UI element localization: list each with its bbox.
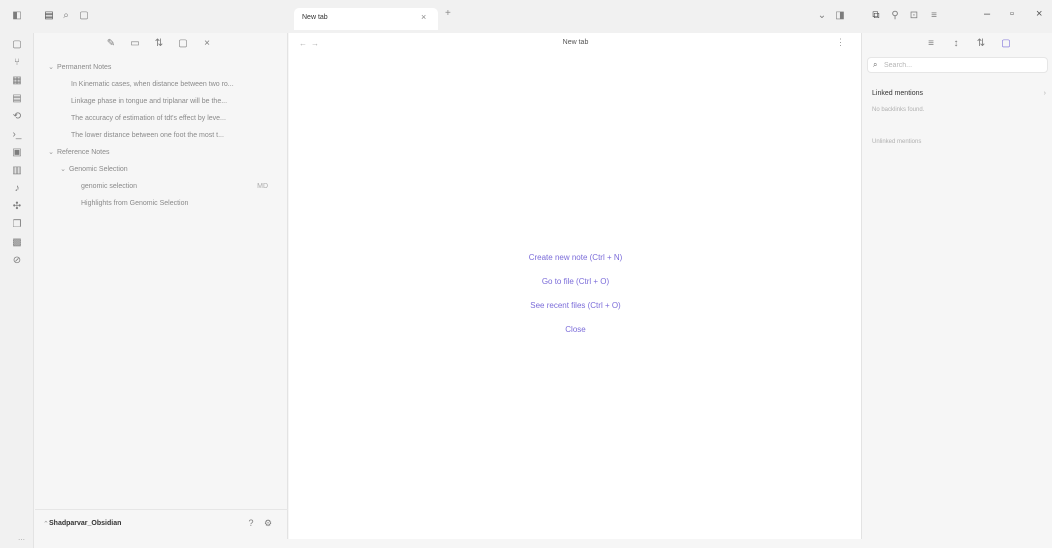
maximize-button[interactable]: ▫ [1010, 8, 1014, 20]
tree-folder-label: Genomic Selection [68, 166, 128, 173]
tree-file-label: The accuracy of estimation of tdt's effe… [71, 115, 226, 122]
tree-file[interactable]: The accuracy of estimation of tdt's effe… [35, 110, 288, 127]
linked-mentions-header[interactable]: Linked mentions [872, 90, 923, 97]
file-tree: ⌄ Permanent Notes In Kinematic cases, wh… [35, 59, 288, 212]
search-filter-icon[interactable]: ▢ [1000, 38, 1012, 50]
tree-folder-label: Permanent Notes [56, 64, 112, 71]
close-sidebar-icon[interactable]: × [201, 38, 213, 50]
backlinks-search-input[interactable] [884, 60, 1034, 70]
outline-icon[interactable]: ≡ [928, 10, 940, 22]
chevron-down-icon: ⌄ [60, 166, 66, 173]
right-sidebar: ≡ ↕ ⇅ ▢ ⌕ Linked mentions › No backlinks… [863, 33, 1052, 539]
random-note-icon[interactable]: ⟲ [11, 111, 23, 123]
title-bar: ◧ ▤ ⌕ ▢ New tab × + ⌄ ◨ ⧉ ⚲ ⊡ ≡ – ▫ × [0, 0, 1052, 33]
view-header-title: New tab [562, 39, 589, 46]
tree-file-label: genomic selection [81, 183, 138, 190]
search-icon: ⌕ [873, 60, 878, 69]
help-icon[interactable]: ⊘ [11, 255, 23, 267]
backlinks-icon[interactable]: ⧉ [870, 10, 882, 22]
minimize-button[interactable]: – [984, 8, 990, 20]
publish-icon[interactable]: ▩ [11, 237, 23, 249]
file-explorer: ✎ ▭ ⇅ ▢ × ⌄ Permanent Notes In Kinematic… [35, 33, 288, 539]
bookmark-icon[interactable]: ▢ [78, 10, 90, 22]
copy-icon[interactable]: ❐ [11, 219, 23, 231]
close-link[interactable]: Close [289, 318, 862, 342]
new-note-icon[interactable]: ✎ [105, 38, 117, 50]
new-tab-button[interactable]: + [445, 8, 451, 19]
graph-view-icon[interactable]: ⑂ [11, 57, 23, 69]
settings-icon[interactable]: ⚙ [262, 518, 274, 530]
tree-file-label: The lower distance between one foot the … [71, 132, 224, 139]
help-icon[interactable]: ? [245, 518, 257, 530]
left-ribbon: ▢ ⑂ ▦ ▤ ⟲ ›_ ▣ ▥ ♪ ✣ ❐ ▩ ⊘ [0, 33, 34, 548]
sort-icon[interactable]: ⇅ [153, 38, 165, 50]
collapse-all-icon[interactable]: ▢ [177, 38, 189, 50]
files-icon[interactable]: ▤ [43, 10, 55, 22]
vault-footer: ⌃ Shadparvar_Obsidian ? ⚙ [35, 509, 288, 539]
tree-folder[interactable]: ⌄ Permanent Notes [35, 59, 288, 76]
graph-icon[interactable]: ⚲ [889, 10, 901, 22]
tree-folder[interactable]: ⌄ Genomic Selection [35, 161, 288, 178]
backlinks-search: ⌕ [867, 57, 1048, 73]
more-options-icon[interactable]: ⋮ [836, 37, 845, 48]
files-ribbon-icon[interactable]: ▢ [11, 39, 23, 51]
chevron-down-icon: ⌄ [48, 149, 54, 156]
editor-pane: ←→ New tab ⋮ Create new note (Ctrl + N) … [289, 33, 862, 539]
sort-icon[interactable]: ⇅ [975, 38, 987, 50]
backlinks-toolbar: ≡ ↕ ⇅ ▢ [925, 38, 1012, 50]
file-explorer-toolbar: ✎ ▭ ⇅ ▢ × [105, 38, 213, 50]
audio-recorder-icon[interactable]: ♪ [11, 183, 23, 195]
search-icon[interactable]: ⌕ [60, 10, 72, 22]
canvas-icon[interactable]: ▦ [11, 75, 23, 87]
tree-file-label: Highlights from Genomic Selection [81, 200, 189, 207]
file-type-badge: MD [257, 183, 268, 190]
close-window-button[interactable]: × [1036, 8, 1042, 20]
vault-switcher[interactable]: Shadparvar_Obsidian [49, 520, 121, 527]
chevron-icon[interactable]: › [1044, 90, 1046, 97]
empty-state-actions: Create new note (Ctrl + N) Go to file (C… [289, 246, 862, 342]
tree-file[interactable]: In Kinematic cases, when distance betwee… [35, 76, 288, 93]
show-more-context-icon[interactable]: ↕ [950, 38, 962, 50]
tree-file[interactable]: The lower distance between one foot the … [35, 127, 288, 144]
chevron-down-icon: ⌄ [48, 64, 54, 71]
sidebar-toggle-icon[interactable]: ◧ [11, 10, 23, 22]
tree-file[interactable]: genomic selection MD [35, 178, 288, 195]
plugin-icon[interactable]: ✣ [11, 201, 23, 213]
tab-new-tab[interactable]: New tab × [294, 8, 438, 30]
tree-file[interactable]: Highlights from Genomic Selection [35, 195, 288, 212]
tree-file-label: Linkage phase in tongue and triplanar wi… [71, 98, 228, 105]
status-indicator-icon: ⋯ [18, 537, 25, 544]
tab-close-icon[interactable]: × [421, 12, 426, 22]
go-to-file-link[interactable]: Go to file (Ctrl + O) [289, 270, 862, 294]
collapse-results-icon[interactable]: ≡ [925, 38, 937, 50]
tree-file-label: In Kinematic cases, when distance betwee… [71, 81, 234, 88]
tree-folder[interactable]: ⌄ Reference Notes [35, 144, 288, 161]
terminal-icon[interactable]: ›_ [11, 129, 23, 141]
tree-folder-label: Reference Notes [56, 149, 110, 156]
recent-files-link[interactable]: See recent files (Ctrl + O) [289, 294, 862, 318]
chevron-up-icon[interactable]: ⌃ [43, 520, 49, 528]
new-folder-icon[interactable]: ▭ [129, 38, 141, 50]
tag-icon[interactable]: ⊡ [908, 10, 920, 22]
no-backlinks-text: No backlinks found. [872, 107, 925, 113]
tree-file[interactable]: Linkage phase in tongue and triplanar wi… [35, 93, 288, 110]
tab-title: New tab [302, 14, 328, 21]
calendar-icon[interactable]: ▣ [11, 147, 23, 159]
chevron-down-icon[interactable]: ⌄ [816, 10, 828, 22]
templates-icon[interactable]: ▥ [11, 165, 23, 177]
right-sidebar-toggle-icon[interactable]: ◨ [834, 10, 846, 22]
daily-note-icon[interactable]: ▤ [11, 93, 23, 105]
unlinked-mentions-header[interactable]: Unlinked mentions [872, 139, 921, 145]
create-new-note-link[interactable]: Create new note (Ctrl + N) [289, 246, 862, 270]
